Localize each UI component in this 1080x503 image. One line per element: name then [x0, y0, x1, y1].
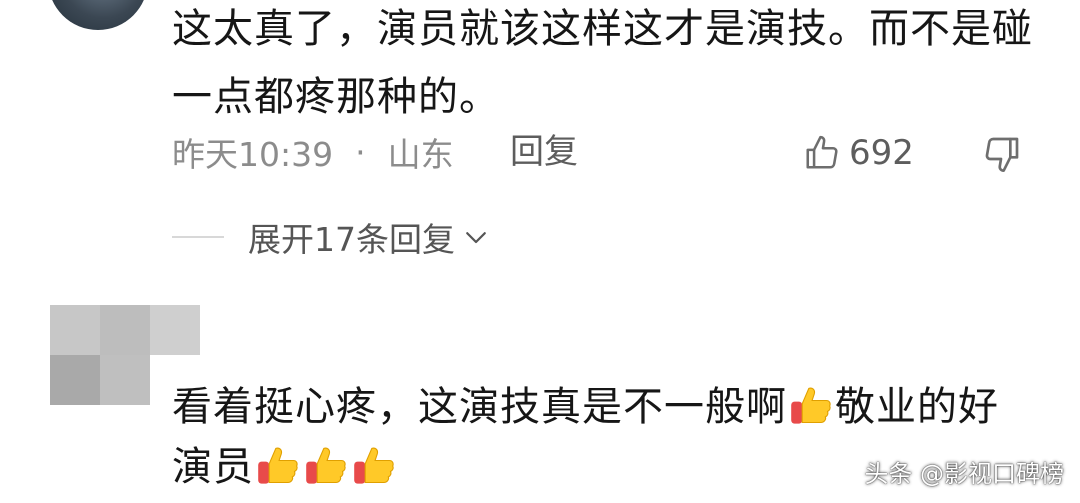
reply-button[interactable]: 回复 — [510, 128, 578, 176]
avatar[interactable] — [48, 0, 148, 30]
watermark: 头条 @影视口碑榜 — [864, 460, 1064, 488]
divider — [172, 236, 224, 238]
thumbs-up-outline-icon — [806, 135, 838, 169]
comment-text-line: 看着挺心疼，这演技真是不一般啊 敬业的好 — [172, 378, 999, 436]
comment-text-part: 演员 — [172, 444, 254, 490]
like-button[interactable]: 692 — [803, 130, 914, 176]
comment-text-part: 敬业的好 — [835, 384, 999, 430]
thumbs-up-emoji-icon — [258, 447, 298, 484]
thumbs-up-emoji-icon — [791, 387, 831, 424]
comment-meta: 昨天10:39 · 山东 — [172, 128, 454, 176]
expand-replies-label: 展开17条回复 — [248, 220, 455, 259]
thumbs-up-emoji-icon — [354, 447, 394, 484]
comment-text-line: 演员 — [172, 438, 398, 496]
like-count: 692 — [849, 133, 914, 173]
dislike-button[interactable] — [982, 134, 1022, 178]
expand-replies-button[interactable]: 展开17条回复 — [172, 210, 491, 264]
comment-location: 山东 — [387, 135, 454, 174]
comment-text-line: 一点都疼那种的。 — [172, 74, 500, 120]
thumbs-down-outline-icon — [985, 137, 1019, 173]
chevron-down-icon — [466, 232, 486, 244]
comment-text-line: 这太真了，演员就该这样这才是演技。而不是碰 — [172, 6, 1033, 52]
meta-separator: · — [355, 132, 366, 172]
comment-time: 昨天10:39 — [172, 135, 334, 174]
comment-text-part: 看着挺心疼，这演技真是不一般啊 — [172, 384, 787, 430]
thumbs-up-emoji-icon — [306, 447, 346, 484]
